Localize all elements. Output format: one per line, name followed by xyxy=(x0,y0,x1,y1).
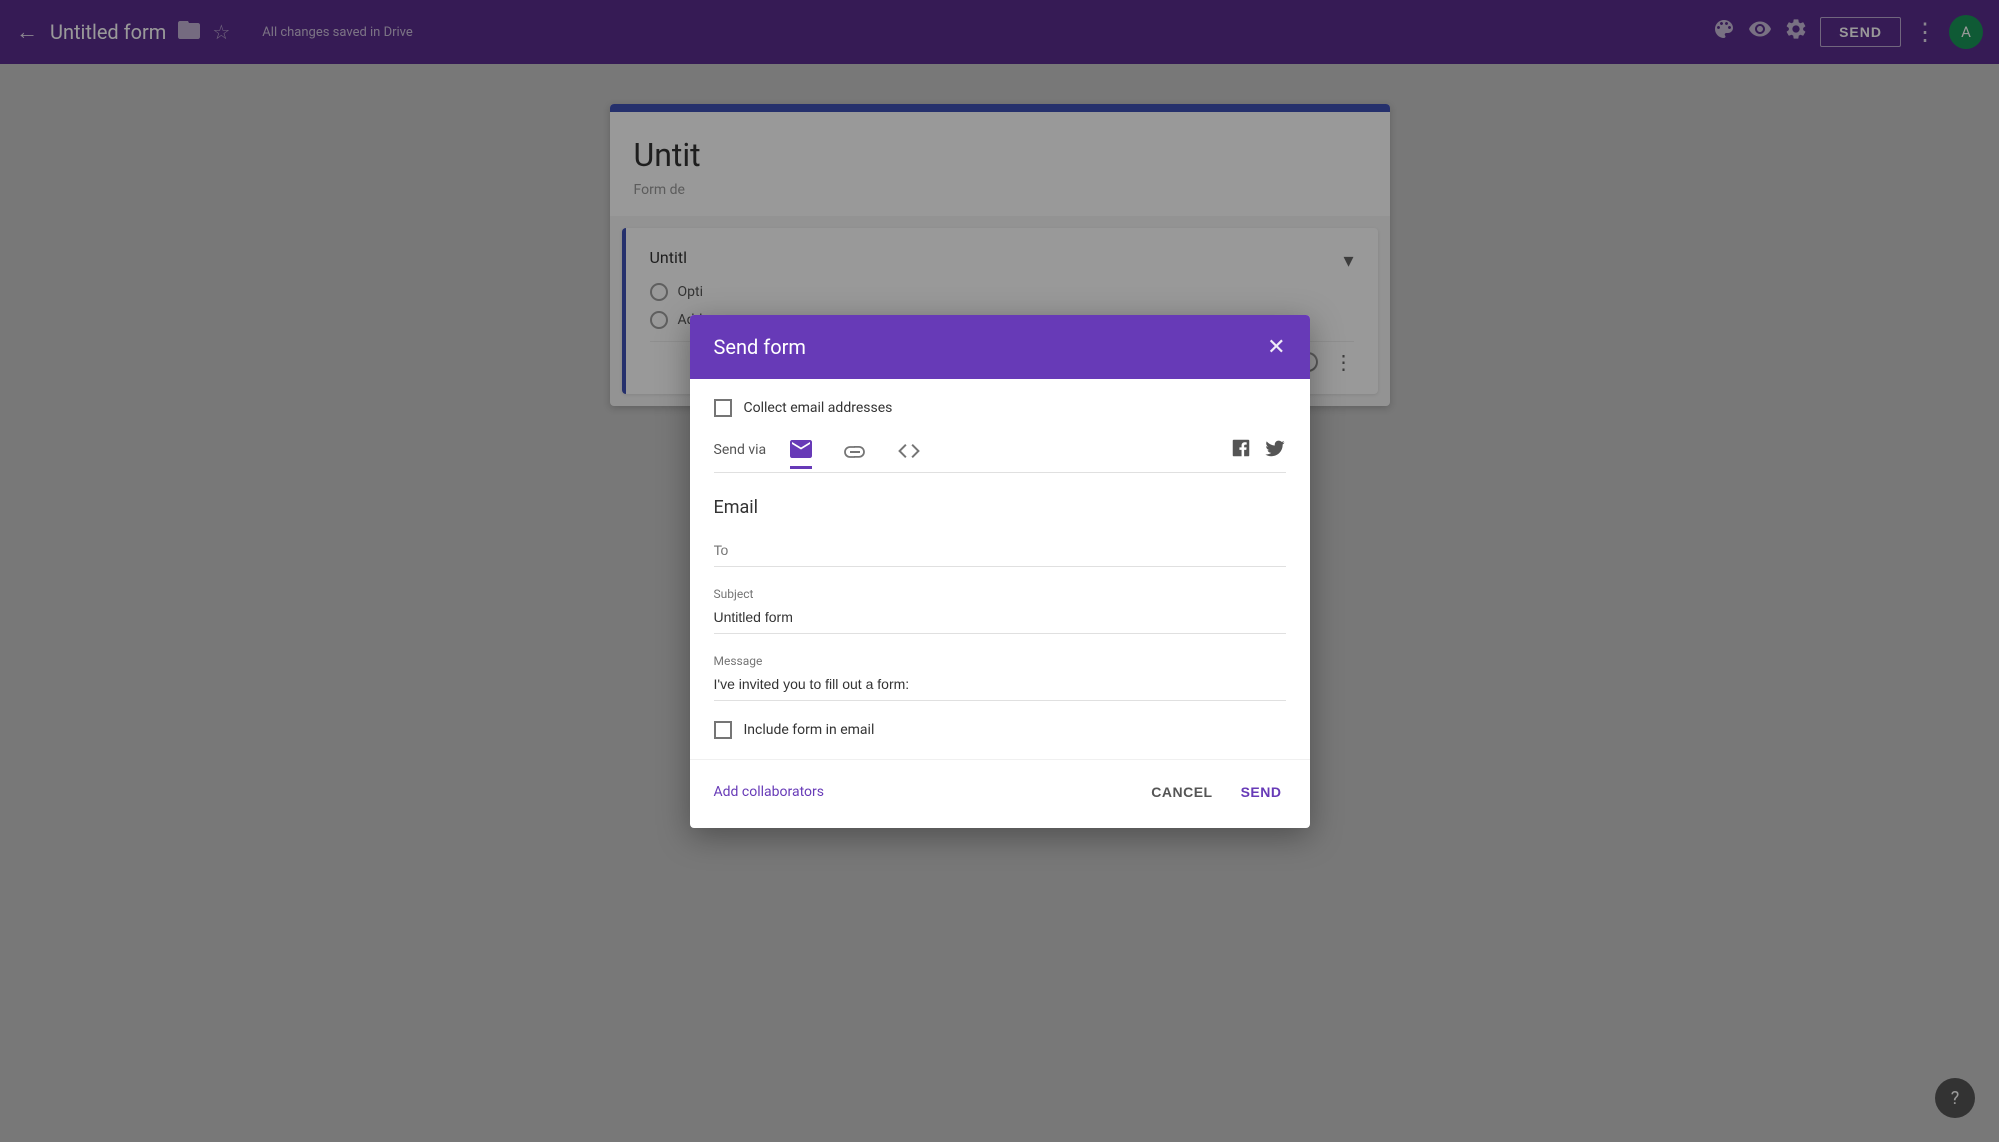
email-section-title: Email xyxy=(714,497,1286,518)
tab-link[interactable] xyxy=(844,446,866,469)
dialog-title: Send form xyxy=(714,335,806,359)
add-collaborators-link[interactable]: Add collaborators xyxy=(714,784,824,800)
send-via-row: Send via xyxy=(714,437,1286,473)
cancel-button[interactable]: CANCEL xyxy=(1147,776,1216,808)
message-field-group: Message xyxy=(714,654,1286,701)
message-label: Message xyxy=(714,654,1286,668)
send-via-label: Send via xyxy=(714,442,767,466)
message-input[interactable] xyxy=(714,672,1286,701)
to-input[interactable] xyxy=(714,538,1286,567)
collect-email-row: Collect email addresses xyxy=(714,399,1286,417)
tab-embed[interactable] xyxy=(898,442,920,469)
social-icons xyxy=(1230,437,1286,472)
dialog-header: Send form ✕ xyxy=(690,315,1310,379)
send-form-dialog: Send form ✕ Collect email addresses Send… xyxy=(690,315,1310,828)
dialog-close-button[interactable]: ✕ xyxy=(1267,336,1285,358)
collect-email-label: Collect email addresses xyxy=(744,400,893,416)
subject-input[interactable] xyxy=(714,605,1286,634)
dialog-footer: Add collaborators CANCEL SEND xyxy=(690,759,1310,828)
subject-field-group: Subject xyxy=(714,587,1286,634)
include-form-checkbox[interactable] xyxy=(714,721,732,739)
footer-actions: CANCEL SEND xyxy=(1147,776,1285,808)
subject-label: Subject xyxy=(714,587,1286,601)
include-form-row: Include form in email xyxy=(714,721,1286,739)
include-form-label: Include form in email xyxy=(744,722,875,738)
send-button-dialog[interactable]: SEND xyxy=(1237,776,1286,808)
to-field-group xyxy=(714,538,1286,567)
twitter-icon[interactable] xyxy=(1264,437,1286,464)
modal-overlay: Send form ✕ Collect email addresses Send… xyxy=(0,0,1999,1142)
dialog-body: Collect email addresses Send via xyxy=(690,379,1310,759)
collect-email-checkbox[interactable] xyxy=(714,399,732,417)
send-via-tabs xyxy=(790,440,1229,469)
facebook-icon[interactable] xyxy=(1230,437,1252,464)
tab-email[interactable] xyxy=(790,440,812,469)
